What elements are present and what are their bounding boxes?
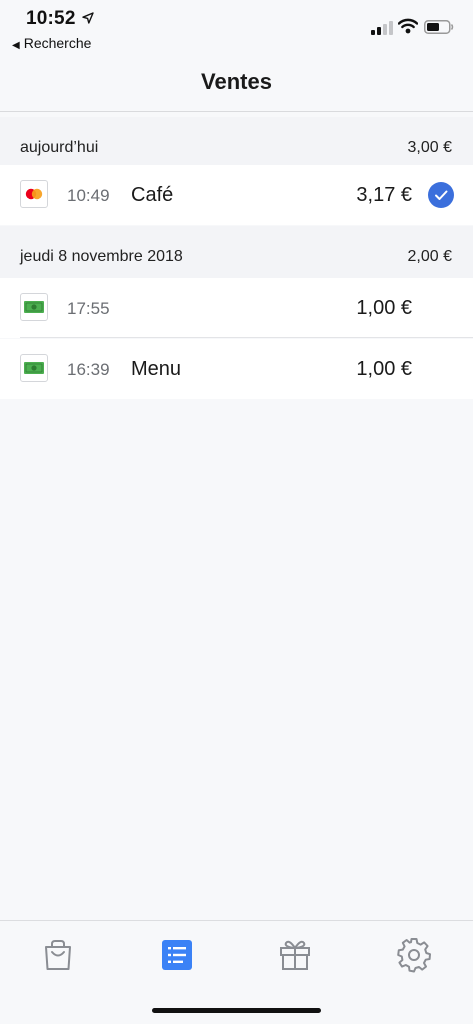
tab-sale[interactable]: [38, 935, 78, 975]
back-label: Recherche: [23, 35, 92, 51]
section-header-nov-8: jeudi 8 novembre 2018 2,00 €: [0, 226, 473, 278]
tab-settings[interactable]: [394, 935, 434, 975]
sale-amount: 3,17 €: [356, 184, 412, 206]
shopping-bag-icon: [45, 940, 71, 970]
navigation-header: Ventes: [0, 56, 473, 112]
sales-screen: 10:52 ◀ Recherche Ventes aujourd’hui 3,0…: [0, 0, 473, 1024]
wifi-icon: [398, 18, 418, 34]
sale-time: 10:49: [67, 186, 110, 205]
gift-icon: [280, 940, 310, 970]
back-triangle-icon: ◀: [12, 40, 20, 51]
page-title: Ventes: [201, 69, 272, 94]
sale-amount: 1,00 €: [356, 358, 412, 380]
sale-amount: 1,00 €: [356, 297, 412, 319]
sale-label: Menu: [131, 358, 182, 380]
sale-time: 17:55: [67, 299, 110, 318]
location-arrow-icon: [82, 12, 94, 24]
sale-row[interactable]: 17:55 1,00 €: [0, 278, 473, 338]
tab-sales-list[interactable]: [157, 935, 197, 975]
section-date: aujourd’hui: [20, 139, 99, 156]
list-icon: [162, 940, 192, 970]
tab-gifts[interactable]: [275, 935, 315, 975]
section-date: jeudi 8 novembre 2018: [20, 248, 183, 265]
sale-row[interactable]: 10:49 Café 3,17 €: [0, 165, 473, 225]
cash-icon: [20, 354, 48, 382]
home-indicator: [152, 1008, 321, 1013]
cellular-signal-icon: [371, 21, 393, 35]
section-total: 2,00 €: [407, 248, 452, 265]
gear-icon: [397, 938, 431, 973]
section-total: 3,00 €: [407, 139, 452, 156]
sale-row[interactable]: 16:39 Menu 1,00 €: [0, 339, 473, 399]
checkmark-icon: [428, 182, 454, 208]
status-time: 10:52: [26, 8, 76, 29]
status-bar: 10:52 ◀ Recherche: [0, 0, 473, 56]
battery-icon: [424, 20, 454, 34]
cash-icon: [20, 293, 48, 321]
section-header-today: aujourd’hui 3,00 €: [0, 117, 473, 169]
sale-time: 16:39: [67, 360, 110, 379]
back-to-search-link[interactable]: ◀ Recherche: [12, 35, 91, 51]
sale-label: Café: [131, 184, 174, 206]
mastercard-icon: [20, 180, 48, 208]
row-divider: [20, 337, 473, 338]
